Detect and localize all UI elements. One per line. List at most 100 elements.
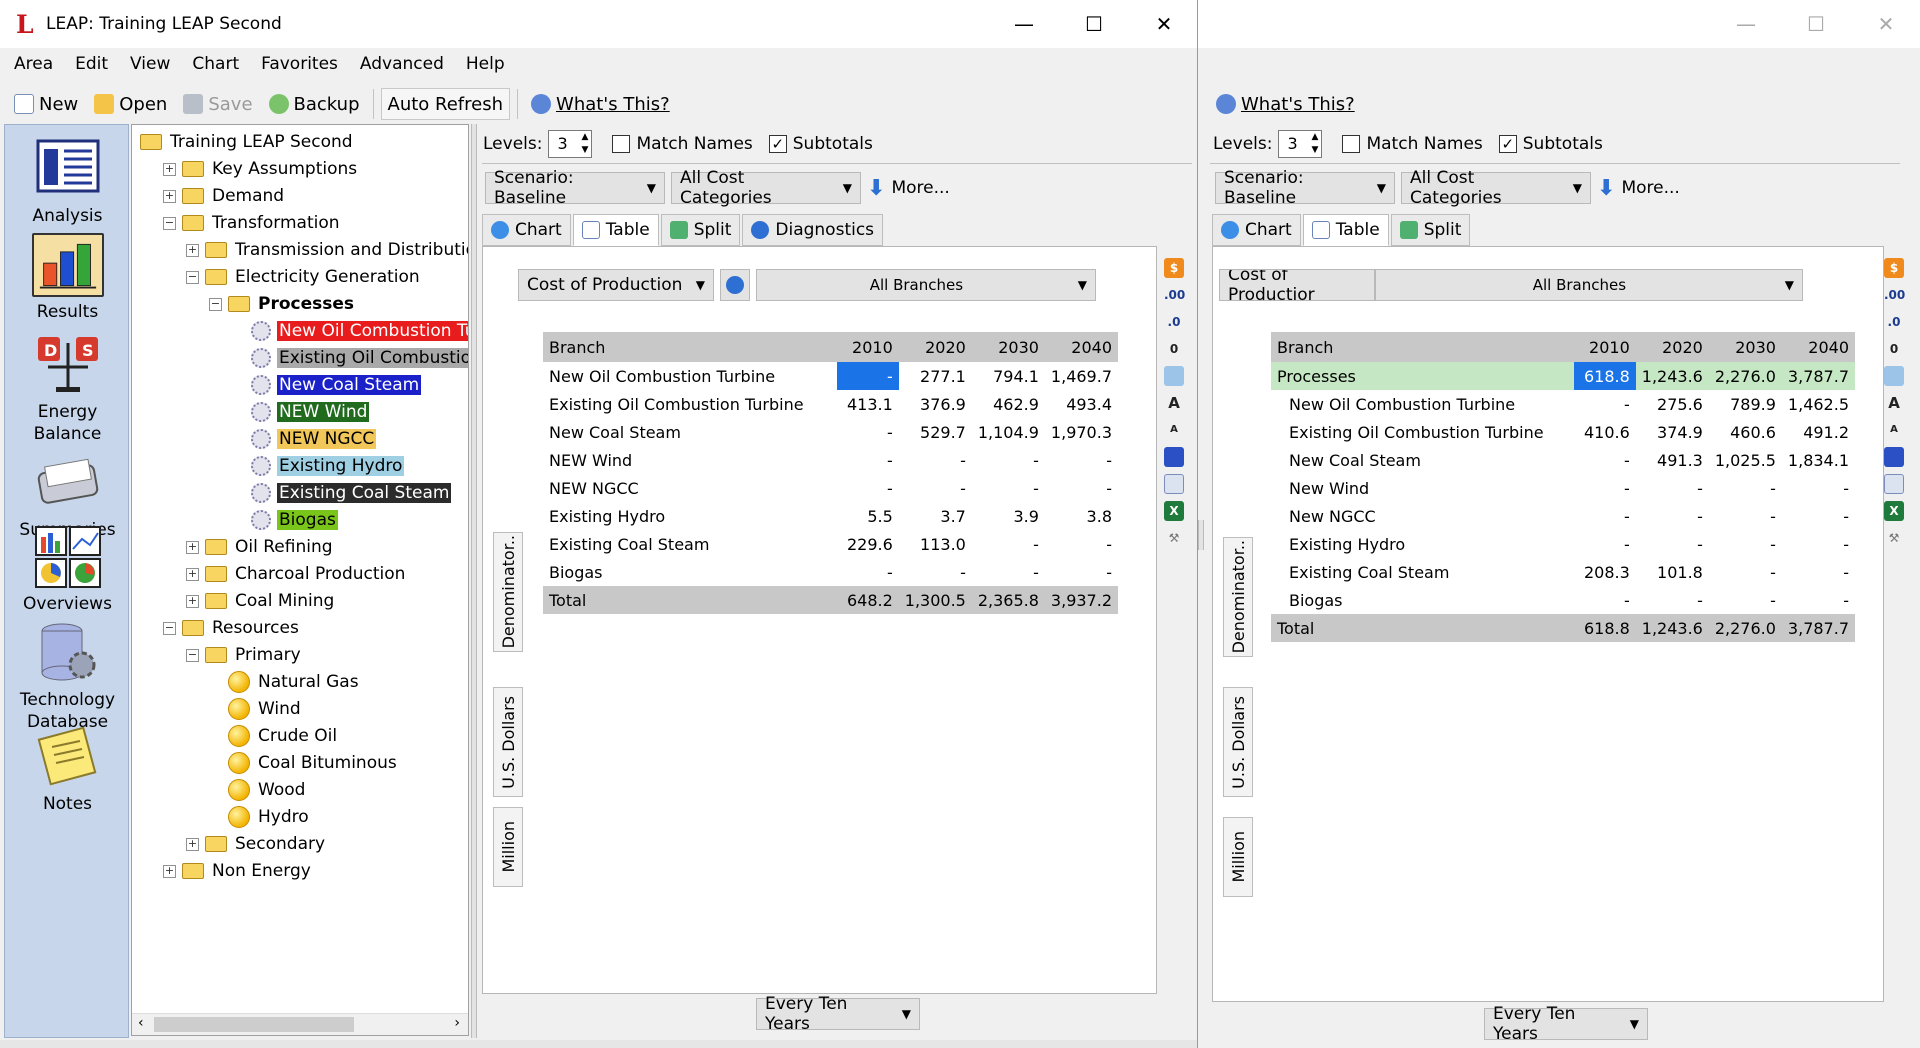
expand-icon[interactable]: + (186, 594, 199, 608)
sidebar-item-results[interactable]: Results (5, 233, 130, 323)
zero-rounding-icon[interactable]: 0 (1884, 339, 1904, 359)
tree-node[interactable]: − Resources (163, 615, 301, 641)
table-cell[interactable]: 2,276.0 (1708, 614, 1782, 642)
tree-node[interactable]: + Demand (163, 183, 286, 209)
font-smaller-icon[interactable]: A (1164, 420, 1184, 440)
row-label[interactable]: New Oil Combustion Turbine (1271, 390, 1574, 418)
menu-advanced[interactable]: Advanced (346, 50, 452, 80)
tree-node[interactable]: NEW NGCC (232, 426, 377, 452)
table-cell[interactable]: - (1045, 530, 1118, 558)
expand-icon[interactable]: + (163, 189, 176, 203)
table-cell[interactable]: - (899, 474, 972, 502)
table-row[interactable]: Biogas - - - - (1271, 586, 1855, 614)
column-header-year[interactable]: 2010 (836, 332, 899, 362)
tab-split[interactable]: Split (1390, 214, 1471, 246)
table-cell[interactable]: 1,462.5 (1782, 390, 1855, 418)
tree-panel-splitter[interactable] (471, 124, 477, 1038)
levels-spinner[interactable]: 3 ▲ ▼ (548, 130, 593, 158)
table-cell[interactable]: 3.8 (1045, 502, 1118, 530)
tree-node[interactable]: New Oil Combustion Tu (232, 318, 468, 344)
table-cell[interactable]: - (837, 446, 899, 474)
table-cell[interactable]: - (1574, 446, 1636, 474)
row-label[interactable]: New Coal Steam (543, 418, 837, 446)
spinner-arrows-icon[interactable]: ▲ ▼ (582, 131, 592, 157)
scroll-left-icon[interactable]: ‹ (138, 1015, 144, 1031)
tree-horizontal-scrollbar[interactable]: ‹ › (132, 1013, 468, 1035)
row-label[interactable]: NEW NGCC (543, 474, 837, 502)
collapse-icon[interactable]: − (186, 270, 199, 284)
branches-dropdown[interactable]: All Branches ▼ (756, 269, 1096, 301)
decrease-decimals-icon[interactable]: .0 (1884, 312, 1904, 332)
grid-icon[interactable] (1164, 366, 1184, 386)
row-label[interactable]: Processes (1271, 362, 1574, 390)
minimize-icon[interactable]: — (1718, 6, 1774, 42)
font-larger-icon[interactable]: A (1164, 393, 1184, 413)
table-row[interactable]: New Wind - - - - (1271, 474, 1855, 502)
menu-help[interactable]: Help (452, 50, 513, 80)
maximize-icon[interactable]: ☐ (1788, 6, 1844, 42)
tree-node[interactable]: Biogas (232, 507, 338, 533)
font-larger-icon[interactable]: A (1884, 393, 1904, 413)
table-row[interactable]: New Coal Steam -491.3 1,025.5 1,834.1 (1271, 446, 1855, 474)
table-cell[interactable]: - (837, 558, 899, 586)
column-header-year[interactable]: 2010 (1573, 332, 1636, 362)
tree-node[interactable]: + Transmission and Distribution (186, 237, 468, 263)
table-cell[interactable]: 648.2 (836, 586, 899, 614)
tree-node[interactable]: Training LEAP Second (140, 129, 355, 155)
tree-node[interactable]: + Key Assumptions (163, 156, 359, 182)
chart-bars-icon[interactable] (1884, 447, 1904, 467)
scale-tab[interactable]: Million (1223, 817, 1253, 897)
table-cell[interactable]: 2,365.8 (971, 586, 1045, 614)
interval-dropdown[interactable]: Every Ten Years ▼ (1484, 1004, 1648, 1044)
table-cell[interactable]: 3.7 (899, 502, 972, 530)
table-row[interactable]: New Coal Steam -529.7 1,104.9 1,970.3 (543, 418, 1118, 446)
column-header-year[interactable]: 2020 (898, 332, 972, 362)
table-cell[interactable]: 1,834.1 (1782, 446, 1855, 474)
branch-help-button[interactable] (720, 269, 750, 301)
panel-splitter[interactable] (1198, 520, 1204, 550)
table-cell[interactable]: - (1782, 530, 1855, 558)
tree-node[interactable]: − Electricity Generation (186, 264, 422, 290)
sidebar-item-notes[interactable]: Notes (5, 725, 130, 815)
currency-icon[interactable]: $ (1164, 258, 1184, 278)
row-label[interactable]: New Coal Steam (1271, 446, 1574, 474)
table-cell[interactable]: 493.4 (1045, 390, 1118, 418)
column-header-year[interactable]: 2030 (1708, 332, 1782, 362)
whats-this-button[interactable]: What's This? (525, 88, 676, 120)
table-cell[interactable]: - (1636, 502, 1709, 530)
table-cell[interactable]: 794.1 (972, 362, 1045, 390)
table-cell[interactable]: 410.6 (1574, 418, 1636, 446)
maximize-icon[interactable]: ☐ (1066, 6, 1122, 42)
branches-dropdown[interactable]: All Branches ▼ (1375, 269, 1803, 301)
table-cell[interactable]: 1,243.6 (1635, 362, 1709, 390)
table-cell[interactable]: - (1782, 586, 1855, 614)
currency-icon[interactable]: $ (1884, 258, 1904, 278)
table-cell[interactable]: 5.5 (837, 502, 899, 530)
table-cell[interactable]: - (837, 474, 899, 502)
tab-split[interactable]: Split (660, 214, 741, 246)
levels-spinner[interactable]: 3 ▲ ▼ (1278, 130, 1323, 158)
table-cell[interactable]: - (837, 418, 899, 446)
table-row[interactable]: Existing Coal Steam 208.3 101.8- - (1271, 558, 1855, 586)
tree-node[interactable]: + Coal Mining (186, 588, 336, 614)
row-label[interactable]: Existing Oil Combustion Turbine (543, 390, 837, 418)
expand-icon[interactable]: + (186, 243, 199, 257)
table-cell[interactable]: - (1709, 530, 1782, 558)
table-cell[interactable]: 529.7 (899, 418, 972, 446)
tree-node[interactable]: NEW Wind (232, 399, 370, 425)
close-icon[interactable]: ✕ (1136, 6, 1192, 42)
subtotals-checkbox[interactable]: ✓ (768, 135, 787, 153)
tab-table[interactable]: Table (1302, 214, 1389, 246)
tab-diagnostics[interactable]: Diagnostics (742, 214, 884, 246)
backup-button[interactable]: Backup (263, 88, 366, 120)
table-cell[interactable]: 491.3 (1636, 446, 1709, 474)
expand-icon[interactable]: + (186, 540, 199, 554)
tree-node[interactable]: + Non Energy (163, 858, 313, 884)
table-row[interactable]: Existing Oil Combustion Turbine 410.6 374.… (1271, 418, 1855, 446)
total-row[interactable]: Total 618.8 1,243.6 2,276.0 3,787.7 (1271, 614, 1855, 642)
copy-icon[interactable] (1884, 474, 1904, 494)
collapse-icon[interactable]: − (163, 621, 176, 635)
row-label[interactable]: Total (543, 586, 837, 614)
excel-icon[interactable]: X (1164, 501, 1184, 521)
tree-node[interactable]: − Transformation (163, 210, 342, 236)
